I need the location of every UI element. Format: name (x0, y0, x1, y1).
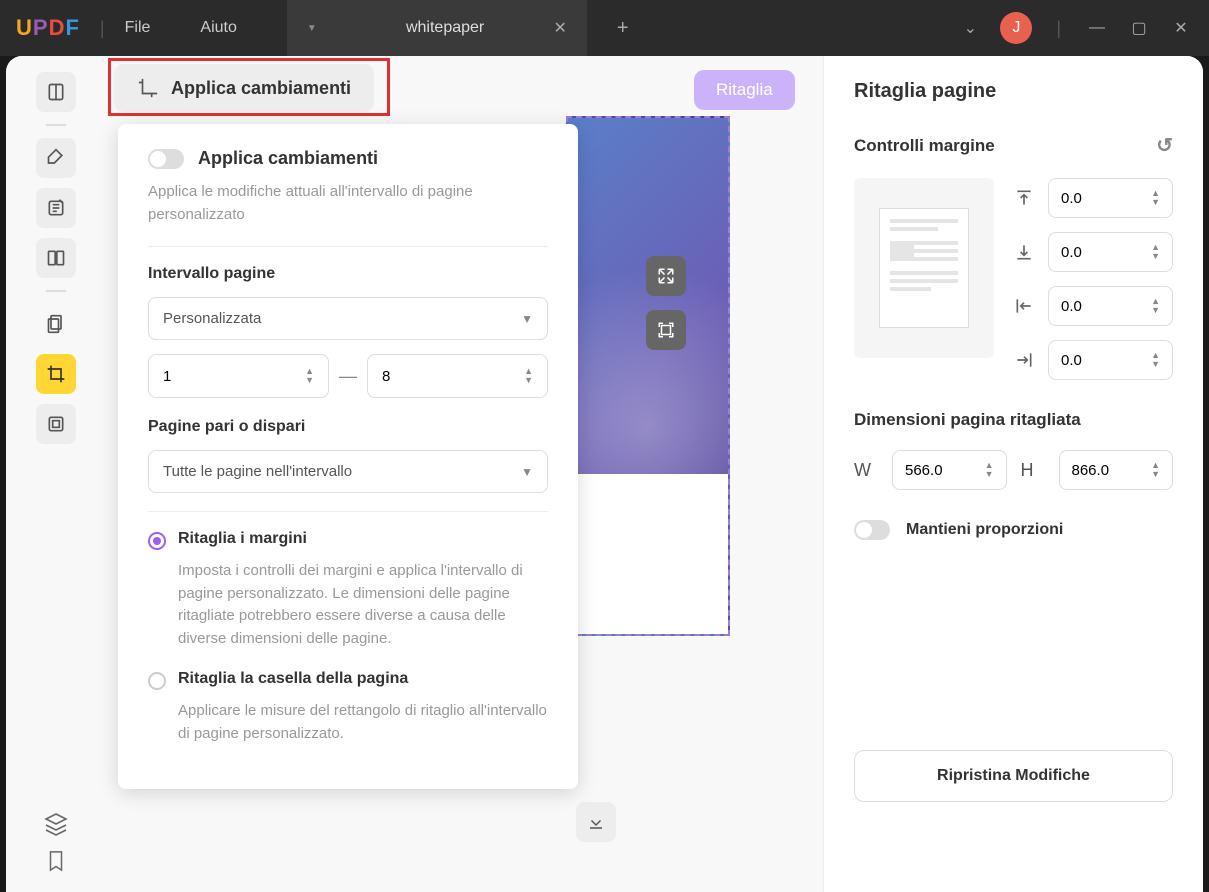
minimize-icon[interactable]: — (1085, 19, 1109, 37)
crop-margins-desc: Imposta i controlli dei margini e applic… (178, 560, 548, 650)
reader-tool-icon[interactable] (36, 72, 76, 112)
odd-even-label: Pagine pari o dispari (148, 418, 548, 436)
select-value: Tutte le pagine nell'intervallo (163, 463, 352, 480)
margin-right-icon (1014, 350, 1038, 370)
expand-icon[interactable] (646, 256, 686, 296)
margin-top-icon (1014, 188, 1038, 208)
height-input[interactable]: ▲▼ (1059, 450, 1174, 490)
page-preview (854, 178, 994, 358)
crop-margins-label: Ritaglia i margini (178, 530, 307, 548)
margin-left-input[interactable]: ▲▼ (1048, 286, 1173, 326)
chevron-down-icon[interactable]: ⌄ (958, 18, 982, 38)
maximize-icon[interactable]: ▢ (1127, 18, 1151, 38)
separator (148, 246, 548, 247)
tab-dropdown-icon[interactable]: ▼ (307, 23, 317, 34)
organize-tool-icon[interactable] (36, 304, 76, 344)
odd-even-select[interactable]: Tutte le pagine nell'intervallo ▼ (148, 450, 548, 493)
popup-desc: Applica le modifiche attuali all'interva… (148, 181, 548, 226)
select-value: Personalizzata (163, 310, 261, 327)
crop-margins-radio[interactable] (148, 532, 166, 550)
apply-popup: Applica cambiamenti Applica le modifiche… (118, 124, 578, 789)
crop-box-radio[interactable] (148, 672, 166, 690)
stepper-icon[interactable]: ▲▼ (1151, 461, 1160, 479)
crop-frame-icon[interactable] (646, 310, 686, 350)
separator (46, 290, 66, 292)
watermark-tool-icon[interactable] (36, 404, 76, 444)
apply-toggle[interactable] (148, 149, 184, 169)
right-panel: Ritaglia pagine Controlli margine ↺ (823, 56, 1203, 892)
range-dash: — (339, 366, 357, 387)
separator (46, 124, 66, 126)
tab-close-icon[interactable]: ✕ (553, 18, 566, 38)
right-title: Ritaglia pagine (854, 80, 1173, 103)
margin-bottom-input[interactable]: ▲▼ (1048, 232, 1173, 272)
stepper-icon[interactable]: ▲▼ (305, 367, 314, 385)
range-from-field[interactable] (163, 368, 254, 385)
reset-icon[interactable]: ↺ (1156, 133, 1173, 158)
apply-icon (137, 77, 159, 99)
edit-tool-icon[interactable] (36, 188, 76, 228)
crop-box-desc: Applicare le misure del rettangolo di ri… (178, 700, 548, 745)
menu-help[interactable]: Aiuto (200, 19, 236, 37)
tab-active[interactable]: ▼ whitepaper ✕ (287, 0, 587, 56)
stepper-icon[interactable]: ▲▼ (1151, 351, 1160, 369)
apply-label: Applica cambiamenti (171, 78, 351, 99)
range-from-input[interactable]: ▲▼ (148, 354, 329, 398)
range-to-field[interactable] (382, 368, 473, 385)
main-area: Applica cambiamenti Ritaglia Applica cam… (6, 56, 1203, 892)
menu-file[interactable]: File (125, 19, 151, 37)
popup-title: Applica cambiamenti (198, 148, 378, 169)
layers-icon[interactable] (44, 812, 68, 836)
tab-title: whitepaper (377, 19, 514, 37)
reset-changes-button[interactable]: Ripristina Modifiche (854, 750, 1173, 802)
keep-ratio-toggle[interactable] (854, 520, 890, 540)
app-logo: UPDF (16, 15, 80, 41)
dimensions-label: Dimensioni pagina ritagliata (854, 410, 1173, 430)
margin-left-icon (1014, 296, 1038, 316)
margin-left-field[interactable] (1061, 298, 1120, 315)
avatar[interactable]: J (1000, 12, 1032, 44)
stepper-icon[interactable]: ▲▼ (1151, 297, 1160, 315)
margin-top-field[interactable] (1061, 190, 1120, 207)
center-canvas: Applica cambiamenti Ritaglia Applica cam… (106, 56, 823, 892)
stepper-icon[interactable]: ▲▼ (1151, 243, 1160, 261)
download-icon[interactable] (576, 802, 616, 842)
stepper-icon[interactable]: ▲▼ (985, 461, 994, 479)
titlebar: UPDF | File Aiuto ▼ whitepaper ✕ + ⌄ J |… (0, 0, 1209, 56)
height-field[interactable] (1072, 462, 1125, 479)
width-input[interactable]: ▲▼ (892, 450, 1007, 490)
margin-top-input[interactable]: ▲▼ (1048, 178, 1173, 218)
stepper-icon[interactable]: ▲▼ (1151, 189, 1160, 207)
separator (148, 511, 548, 512)
divider: | (1056, 18, 1061, 39)
left-toolbar (6, 56, 106, 892)
crop-tool-icon[interactable] (36, 354, 76, 394)
close-icon[interactable]: ✕ (1169, 18, 1193, 38)
crop-button[interactable]: Ritaglia (694, 70, 795, 110)
apply-changes-button[interactable]: Applica cambiamenti (114, 64, 374, 112)
document-preview (566, 116, 746, 826)
height-label: H (1021, 460, 1045, 481)
margin-right-input[interactable]: ▲▼ (1048, 340, 1173, 380)
highlighter-tool-icon[interactable] (36, 138, 76, 178)
chevron-down-icon: ▼ (521, 465, 533, 479)
margin-bottom-field[interactable] (1061, 244, 1120, 261)
range-to-input[interactable]: ▲▼ (367, 354, 548, 398)
margin-bottom-icon (1014, 242, 1038, 262)
divider: | (100, 18, 105, 39)
page-thumbnail[interactable] (566, 116, 730, 636)
page-range-select[interactable]: Personalizzata ▼ (148, 297, 548, 340)
page-tool-icon[interactable] (36, 238, 76, 278)
crop-box-label: Ritaglia la casella della pagina (178, 670, 408, 688)
margin-right-field[interactable] (1061, 352, 1120, 369)
tab-add-icon[interactable]: + (617, 17, 629, 40)
page-range-label: Intervallo pagine (148, 265, 548, 283)
chevron-down-icon: ▼ (521, 312, 533, 326)
stepper-icon[interactable]: ▲▼ (524, 367, 533, 385)
margin-section-label: Controlli margine (854, 136, 995, 156)
keep-ratio-label: Mantieni proporzioni (906, 521, 1063, 539)
bookmark-icon[interactable] (45, 850, 67, 872)
width-label: W (854, 460, 878, 481)
width-field[interactable] (905, 462, 958, 479)
